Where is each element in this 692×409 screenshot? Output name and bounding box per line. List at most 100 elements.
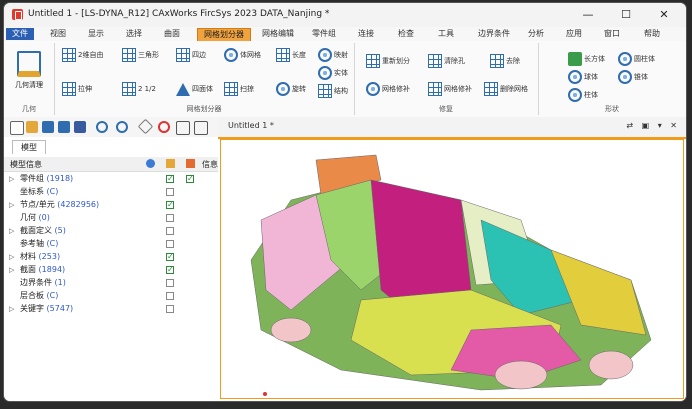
solid-icon <box>318 66 332 80</box>
refresh-icon[interactable] <box>158 121 170 133</box>
remesh-button[interactable]: 重新划分 <box>366 53 410 69</box>
model-canvas[interactable] <box>220 139 684 399</box>
copy-icon[interactable] <box>194 121 208 135</box>
mesh-map-button[interactable]: 映射 <box>318 47 348 63</box>
menu-select[interactable]: 选择 <box>120 28 148 40</box>
menu-connect[interactable]: 连接 <box>352 28 380 40</box>
mesh-patch2-button[interactable]: 网格修补 <box>428 81 472 97</box>
visibility-checkbox[interactable] <box>166 251 174 263</box>
tree-row[interactable]: 边界条件 (1) <box>4 277 218 289</box>
visibility-checkbox[interactable] <box>166 173 174 185</box>
expand-arrow-icon[interactable]: ▷ <box>9 251 14 263</box>
mesh-solid-button[interactable]: 实体 <box>318 65 348 81</box>
menu-window[interactable]: 窗口 <box>598 28 626 40</box>
tree-row-count: (C) <box>46 291 59 300</box>
menu-tools[interactable]: 工具 <box>432 28 460 40</box>
remove-button[interactable]: 去除 <box>490 53 520 69</box>
tree-row[interactable]: ▷ 截面 (1894) <box>4 264 218 276</box>
tree-row[interactable]: ▷ 材料 (253) <box>4 251 218 263</box>
tree-row[interactable]: ▷ 零件组 (1918) <box>4 173 218 185</box>
mesh-sweep-button[interactable]: 扫掠 <box>224 81 254 97</box>
visibility-checkbox[interactable] <box>166 188 174 196</box>
visibility-checkbox[interactable] <box>166 214 174 222</box>
tree-row-count: (253) <box>38 252 61 261</box>
save-icon[interactable] <box>74 121 86 133</box>
maximize-button[interactable]: ☐ <box>608 6 644 24</box>
eraser-icon[interactable] <box>137 118 154 135</box>
expand-arrow-icon[interactable]: ▷ <box>9 199 14 211</box>
import-icon[interactable] <box>42 121 54 133</box>
expand-arrow-icon[interactable]: ▷ <box>9 225 14 237</box>
mesh-structure-button[interactable]: 结构 <box>318 83 348 99</box>
mesh-2half-button[interactable]: 2 1/2 <box>122 81 156 97</box>
visibility-checkbox[interactable] <box>166 227 174 235</box>
delete-mesh-button[interactable]: 删除网格 <box>484 81 528 97</box>
visibility-checkbox[interactable] <box>166 240 174 248</box>
cylinder-shape-button[interactable]: 圆柱体 <box>618 51 655 67</box>
tree-row[interactable]: 参考轴 (C) <box>4 238 218 250</box>
menu-check[interactable]: 检查 <box>392 28 420 40</box>
menu-apply[interactable]: 应用 <box>560 28 588 40</box>
axis-triad-icon <box>263 392 267 396</box>
tree-row[interactable]: 层合板 (C) <box>4 290 218 302</box>
mesh-2d-free-button[interactable]: 2维自由 <box>62 47 103 63</box>
redo-icon[interactable] <box>116 121 128 133</box>
tree-row[interactable]: ▷ 节点/单元 (4282956) <box>4 199 218 211</box>
visibility-checkbox[interactable] <box>166 279 174 287</box>
mesh-tetra-button[interactable]: 四面体 <box>176 81 213 97</box>
shape-group: 长方体 圆柱体 球体 锥体 柱体 形状 <box>538 43 686 115</box>
visibility-checkbox[interactable] <box>166 292 174 300</box>
open-file-icon[interactable] <box>26 121 38 133</box>
menu-mesh-edit[interactable]: 网格编辑 <box>256 28 300 40</box>
geometry-cleanup-button[interactable]: 几何清理 <box>10 49 48 99</box>
mesh-volume-button[interactable]: 体网格 <box>224 47 261 63</box>
clear-hole-button[interactable]: 清除孔 <box>428 53 465 69</box>
expand-arrow-icon[interactable]: ▷ <box>9 264 14 276</box>
export-icon[interactable] <box>58 121 70 133</box>
mesh-tria-button[interactable]: 三角形 <box>122 47 159 63</box>
box-shape-button[interactable]: 长方体 <box>568 51 605 67</box>
viewport-controls[interactable]: ⇄ ▣ ▾ ✕ <box>626 121 680 130</box>
expand-arrow-icon[interactable]: ▷ <box>9 303 14 315</box>
minimize-button[interactable]: — <box>570 6 606 24</box>
mesh-quad-button[interactable]: 四边 <box>176 47 206 63</box>
quad-grid-icon <box>176 48 190 62</box>
sphere-shape-button[interactable]: 球体 <box>568 69 598 85</box>
menu-file[interactable]: 文件 <box>6 28 34 40</box>
menu-boundary[interactable]: 边界条件 <box>472 28 516 40</box>
column-shape-button[interactable]: 柱体 <box>568 87 598 103</box>
quick-toolbar <box>4 117 218 138</box>
menu-analysis[interactable]: 分析 <box>522 28 550 40</box>
cylinder-shape-label: 圆柱体 <box>634 55 655 63</box>
menu-parts[interactable]: 零件组 <box>306 28 342 40</box>
delete-icon[interactable] <box>176 121 190 135</box>
tree-row[interactable]: ▷ 关键字 (5747) <box>4 303 218 315</box>
visibility-checkbox[interactable] <box>166 305 174 313</box>
menu-mesher[interactable]: 网格划分器 <box>197 28 251 42</box>
close-button[interactable]: ✕ <box>646 6 682 24</box>
mesh-extrude-button[interactable]: 拉伸 <box>62 81 92 97</box>
undo-icon[interactable] <box>96 121 108 133</box>
remesh-label: 重新划分 <box>382 57 410 65</box>
menu-help[interactable]: 帮助 <box>638 28 666 40</box>
highlight-checkbox[interactable] <box>186 173 194 185</box>
mesh-revolve-button[interactable]: 旋转 <box>276 81 306 97</box>
tree-row[interactable]: 坐标系 (C) <box>4 186 218 198</box>
mesh-length-button[interactable]: 长度 <box>276 47 306 63</box>
menu-display[interactable]: 显示 <box>82 28 110 40</box>
cone-shape-button[interactable]: 锥体 <box>618 69 648 85</box>
mesh-patch-button[interactable]: 网格修补 <box>366 81 410 97</box>
menu-view[interactable]: 视图 <box>44 28 72 40</box>
grid-icon <box>62 48 76 62</box>
visibility-checkbox[interactable] <box>166 199 174 211</box>
expand-arrow-icon[interactable]: ▷ <box>9 173 14 185</box>
menu-surface[interactable]: 曲面 <box>158 28 186 40</box>
car-model-render <box>250 154 652 396</box>
tree-row[interactable]: 几何 (0) <box>4 212 218 224</box>
tree-row[interactable]: ▷ 截面定义 (5) <box>4 225 218 237</box>
tab-untitled-1[interactable]: Untitled 1 * <box>228 121 274 130</box>
tab-model[interactable]: 模型 <box>12 140 46 154</box>
visibility-checkbox[interactable] <box>166 264 174 276</box>
sphere-shape-label: 球体 <box>584 73 598 81</box>
new-file-icon[interactable] <box>10 121 24 135</box>
